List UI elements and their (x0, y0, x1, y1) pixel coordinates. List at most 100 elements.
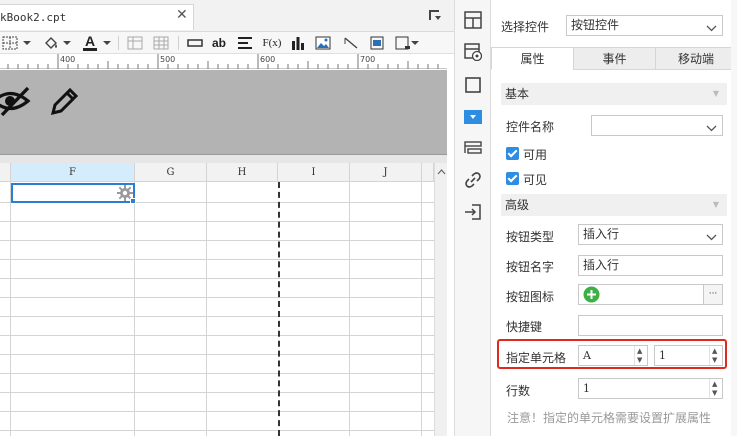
shortcut-label: 快捷键 (506, 320, 543, 334)
side-icon-bar (454, 0, 491, 436)
cell-attribute-icon[interactable] (461, 41, 485, 63)
close-tab-icon[interactable]: ✕ (176, 7, 188, 23)
toolbar-divider (178, 36, 179, 50)
button-type-label: 按钮类型 (506, 230, 555, 244)
hyperlink-icon[interactable] (461, 169, 485, 191)
text-icon[interactable]: ab (208, 34, 230, 52)
grid-line (0, 430, 434, 431)
column-header-g[interactable]: G (135, 163, 207, 182)
visible-label: 可见 (523, 173, 548, 187)
fill-color-icon[interactable] (40, 34, 62, 52)
formula-icon[interactable]: F(x) (260, 34, 284, 52)
stepper-buttons[interactable]: ▲ ▼ (709, 379, 722, 398)
tab-properties[interactable]: 属性 (491, 47, 574, 70)
table-grid-icon[interactable] (150, 34, 172, 52)
panel-scrollbar[interactable] (731, 0, 737, 436)
column-header-i[interactable]: I (278, 163, 350, 182)
fill-color-dropdown-icon[interactable] (62, 34, 72, 52)
spreadsheet-grid[interactable]: F G H I J (0, 163, 434, 436)
tab-bar: kBook2.cpt ✕ (0, 0, 454, 32)
page-break-line (278, 182, 280, 436)
browse-icon-button[interactable]: ··· (703, 284, 723, 305)
shortcut-input[interactable] (578, 315, 723, 336)
control-name-dropdown[interactable] (591, 115, 723, 136)
column-header[interactable] (422, 163, 434, 182)
grid-line (0, 411, 434, 412)
column-header-f[interactable]: F (11, 163, 135, 182)
panel-tabs: 属性 事件 移动端 (491, 47, 737, 70)
enabled-label: 可用 (523, 148, 548, 162)
section-basic-title: 基本 (505, 87, 530, 101)
grid-line (0, 316, 434, 317)
widget-settings-icon[interactable] (461, 106, 485, 128)
preview-separator (0, 155, 447, 163)
grid-line (0, 278, 434, 279)
chevron-down-icon (706, 228, 717, 247)
grid-line (0, 392, 434, 393)
freeze-icon[interactable] (124, 34, 146, 52)
tab-mobile[interactable]: 移动端 (655, 47, 737, 70)
property-panel: 选择控件 按钮控件 属性 事件 移动端 基本 ▼ 控件名称 可用 可见 高级 ▼… (491, 0, 737, 436)
chevron-down-icon (706, 119, 717, 138)
section-advanced-title: 高级 (505, 198, 530, 212)
tab-list-menu-icon[interactable] (427, 7, 443, 23)
bar-chart-icon[interactable] (288, 34, 308, 52)
grid-vertical-scrollbar[interactable] (434, 163, 447, 436)
button-type-dropdown[interactable]: 插入行 (578, 224, 723, 245)
button-icon-label: 按钮图标 (506, 290, 555, 304)
row-count-label: 行数 (506, 384, 531, 398)
float-element-icon[interactable] (461, 74, 485, 96)
horizontal-ruler: 400 500 600 700 (0, 54, 447, 69)
select-control-label: 选择控件 (501, 20, 550, 34)
button-type-value: 插入行 (583, 227, 620, 241)
cell-element-icon[interactable] (461, 9, 485, 31)
file-tab[interactable]: kBook2.cpt ✕ (0, 4, 194, 30)
image-icon[interactable] (312, 34, 334, 52)
toolbar-divider (118, 36, 119, 50)
text-field-icon[interactable] (184, 34, 206, 52)
fill-handle[interactable] (130, 198, 136, 204)
file-tab-title: kBook2.cpt (0, 11, 67, 24)
chevron-down-icon (706, 19, 717, 38)
ruler-label: 400 (60, 55, 76, 64)
pencil-icon[interactable] (48, 86, 80, 121)
eye-slash-icon[interactable] (0, 84, 34, 121)
add-icon[interactable] (583, 286, 600, 309)
column-header-j[interactable]: J (350, 163, 422, 182)
scroll-up-icon[interactable] (437, 168, 446, 178)
import-icon[interactable] (461, 201, 485, 223)
slash-icon[interactable] (340, 34, 362, 52)
collapse-arrow-icon: ▼ (712, 200, 719, 209)
collapse-arrow-icon: ▼ (712, 89, 719, 98)
conditional-property-icon[interactable] (461, 137, 485, 159)
visible-checkbox[interactable] (506, 172, 519, 185)
sub-report-icon[interactable] (366, 34, 388, 52)
font-color-bar (83, 48, 97, 51)
select-control-value: 按钮控件 (571, 18, 620, 32)
font-color-icon[interactable]: A (80, 34, 100, 52)
highlight-box (497, 339, 727, 369)
row-count-stepper[interactable]: 1 ▲ ▼ (578, 378, 723, 399)
select-control-dropdown[interactable]: 按钮控件 (566, 15, 723, 36)
tab-events[interactable]: 事件 (573, 47, 656, 70)
button-icon-field[interactable] (578, 284, 704, 305)
button-name-input[interactable]: 插入行 (578, 255, 723, 276)
enabled-checkbox[interactable] (506, 147, 519, 160)
grid-line (0, 259, 434, 260)
ruler-label: 700 (360, 55, 376, 64)
section-advanced[interactable]: 高级 ▼ (501, 194, 727, 216)
column-header-h[interactable]: H (207, 163, 278, 182)
font-color-letter: A (84, 33, 96, 49)
column-header[interactable] (0, 163, 11, 182)
font-color-dropdown-icon[interactable] (102, 34, 112, 52)
grid-line (0, 354, 434, 355)
widget-preview-area (0, 70, 447, 155)
grid-line (0, 297, 434, 298)
format-toolbar: A ab F(x) (0, 32, 454, 54)
shape-dropdown-icon[interactable] (410, 34, 420, 52)
border-icon[interactable] (0, 34, 22, 52)
border-dropdown-icon[interactable] (22, 34, 32, 52)
align-left-icon[interactable] (234, 34, 256, 52)
section-basic[interactable]: 基本 ▼ (501, 83, 727, 105)
grid-line (0, 335, 434, 336)
